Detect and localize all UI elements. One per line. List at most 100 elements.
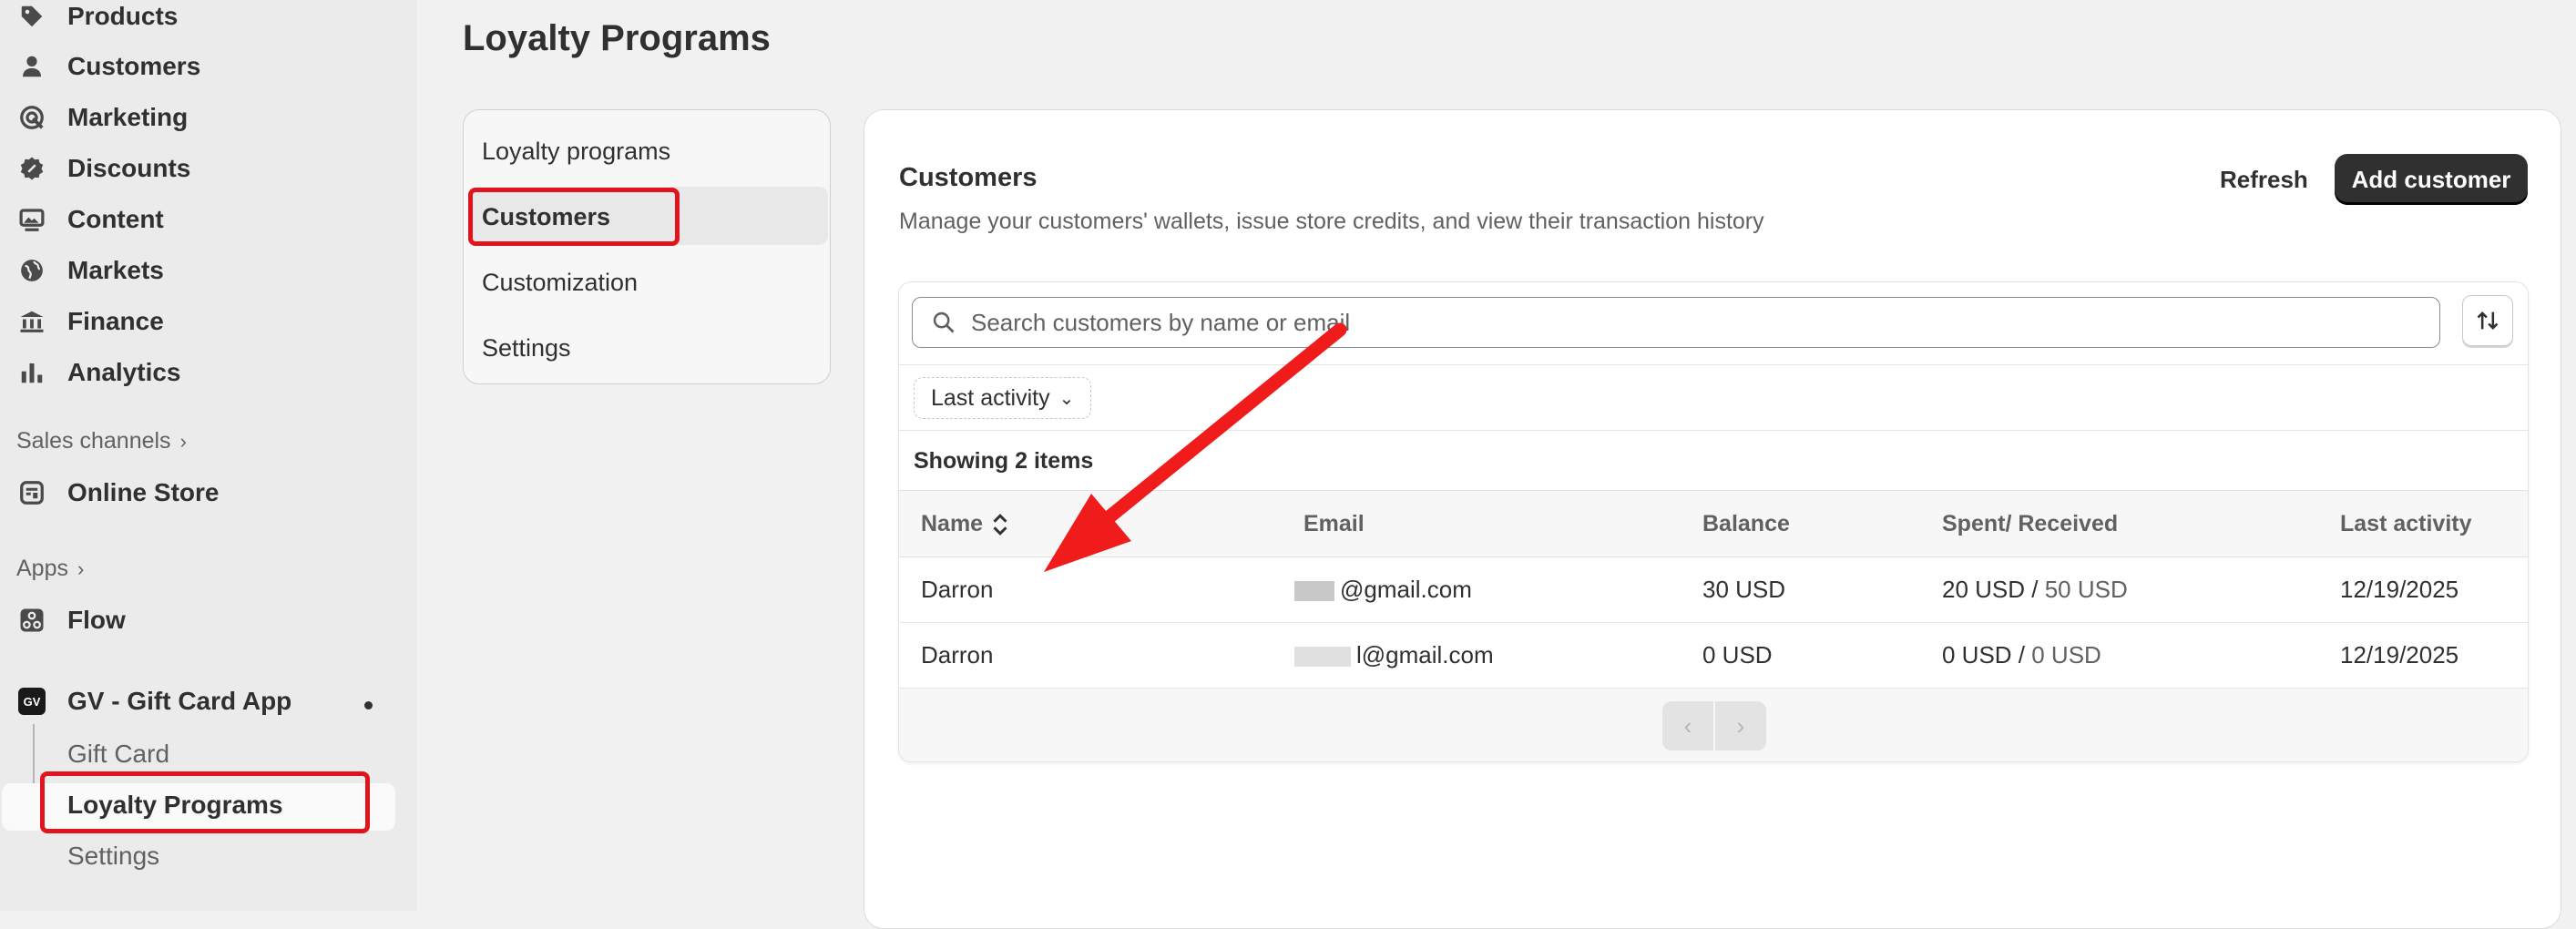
sidebar-subitem-loyalty-programs[interactable]: Loyalty Programs [67,791,283,820]
sidebar-item-label: Markets [67,256,164,284]
cell-spent-received: 0 USD / 0 USD [1942,641,2101,669]
table-row[interactable]: Darron @gmail.com 30 USD 20 USD / 50 USD… [899,557,2528,623]
sidebar-item-markets[interactable]: Markets [16,249,399,292]
search-field[interactable] [912,297,2440,348]
column-spent-received-header: Spent/ Received [1942,511,2119,536]
refresh-button[interactable]: Refresh [2203,156,2325,203]
sidebar-item-label: Flow [67,606,126,634]
loyalty-subnav: Loyalty programs Customers Customization… [463,109,831,384]
sidebar-item-label: Content [67,205,164,233]
sidebar-item-label: Customers [67,52,201,80]
spent-value: 0 USD [1942,641,2012,669]
flow-icon [16,605,47,636]
subnav-item-customization[interactable]: Customization [482,269,638,297]
divider [899,364,2528,365]
sidebar-item-label: Online Store [67,478,220,506]
sidebar-item-products[interactable]: Products [16,0,399,38]
sidebar-item-discounts[interactable]: Discounts [16,147,399,190]
discount-icon [16,153,47,184]
customers-card: Customers Manage your customers' wallets… [864,109,2561,929]
cell-balance: 30 USD [1702,576,1786,603]
redacted-block [1294,647,1351,668]
cell-name: Darron [921,641,994,669]
subnav-item-customers[interactable]: Customers [482,203,610,231]
received-value: 50 USD [2044,576,2128,603]
sort-button[interactable] [2462,295,2513,346]
sidebar: Products Customers Marketing Discounts C… [0,0,417,911]
card-title: Customers [899,163,1038,192]
filter-label: Last activity [931,384,1050,411]
items-count: Showing 2 items [914,448,1094,474]
spent-value: 20 USD [1942,576,2026,603]
cell-email: l@gmail.com [1294,641,1494,669]
subnav-item-loyalty-programs[interactable]: Loyalty programs [482,138,670,166]
divider [899,430,2528,431]
chevron-left-icon: ‹ [1683,711,1692,740]
store-icon [16,477,47,508]
tag-icon [16,1,47,32]
add-customer-button[interactable]: Add customer [2335,154,2528,205]
sidebar-item-gv-app[interactable]: GV GV - Gift Card App [16,679,399,723]
pagination: ‹ › [1662,701,1766,750]
person-icon [16,51,47,82]
target-icon [16,102,47,133]
column-email-header: Email [1303,511,1365,536]
email-text: l@gmail.com [1356,641,1494,669]
table-row[interactable]: Darron l@gmail.com 0 USD 0 USD / 0 USD 1… [899,623,2528,689]
sidebar-item-analytics[interactable]: Analytics [16,351,399,394]
sidebar-item-customers[interactable]: Customers [16,45,399,88]
sidebar-item-label: GV - Gift Card App [67,687,292,715]
redacted-block [1294,581,1334,602]
sidebar-item-online-store[interactable]: Online Store [16,471,399,515]
gv-logo-text: GV [18,688,46,715]
sidebar-item-flow[interactable]: Flow [16,598,399,642]
sort-icon [2477,311,2499,330]
gv-app-logo: GV [16,686,47,717]
sidebar-item-marketing[interactable]: Marketing [16,96,399,139]
subnav-item-settings[interactable]: Settings [482,334,571,362]
apps-label: Apps [16,556,68,581]
cell-spent-received: 20 USD / 50 USD [1942,576,2128,603]
sales-channels-header[interactable]: Sales channels › [16,428,187,454]
sales-channels-label: Sales channels [16,428,171,454]
cell-balance: 0 USD [1702,641,1773,669]
column-balance-header: Balance [1702,511,1790,536]
column-last-activity-header: Last activity [2340,511,2472,536]
search-icon [933,311,955,333]
prev-page-button[interactable]: ‹ [1662,701,1713,750]
sort-arrows-icon [993,513,1007,536]
cell-last-activity: 12/19/2025 [2340,641,2459,669]
bar-chart-icon [16,357,47,388]
chevron-right-icon: › [179,429,187,453]
bank-icon [16,306,47,337]
chevron-down-icon: ⌄ [1058,388,1075,409]
page-title: Loyalty Programs [463,18,771,58]
customers-table: Last activity ⌄ Showing 2 items Name Ema… [898,281,2529,762]
cell-name: Darron [921,576,994,603]
sidebar-item-label: Finance [67,307,164,335]
cell-last-activity: 12/19/2025 [2340,576,2459,603]
sidebar-item-label: Analytics [67,358,181,386]
sidebar-item-label: Products [67,2,179,30]
sidebar-subitem-gift-card[interactable]: Gift Card [67,740,169,769]
chevron-right-icon: › [1736,711,1745,740]
pagination-area: ‹ › [899,689,2528,761]
image-icon [16,204,47,235]
next-page-button[interactable]: › [1715,701,1766,750]
email-text: @gmail.com [1340,576,1472,603]
sidebar-item-finance[interactable]: Finance [16,300,399,343]
sidebar-item-label: Discounts [67,154,191,182]
chevron-right-icon: › [77,556,85,580]
table-header: Name Email Balance Spent/ Received Last … [899,490,2528,557]
card-description: Manage your customers' wallets, issue st… [899,209,1764,234]
sidebar-item-content[interactable]: Content [16,198,399,241]
column-name-header[interactable]: Name [921,511,1010,537]
cell-email: @gmail.com [1294,576,1472,604]
column-header-label: Name [921,511,984,536]
search-input[interactable] [969,307,2394,338]
sidebar-item-label: Marketing [67,103,189,131]
apps-header[interactable]: Apps › [16,556,84,582]
app-status-dot [364,701,373,710]
sidebar-subitem-settings[interactable]: Settings [67,842,159,871]
last-activity-filter[interactable]: Last activity ⌄ [914,377,1092,419]
